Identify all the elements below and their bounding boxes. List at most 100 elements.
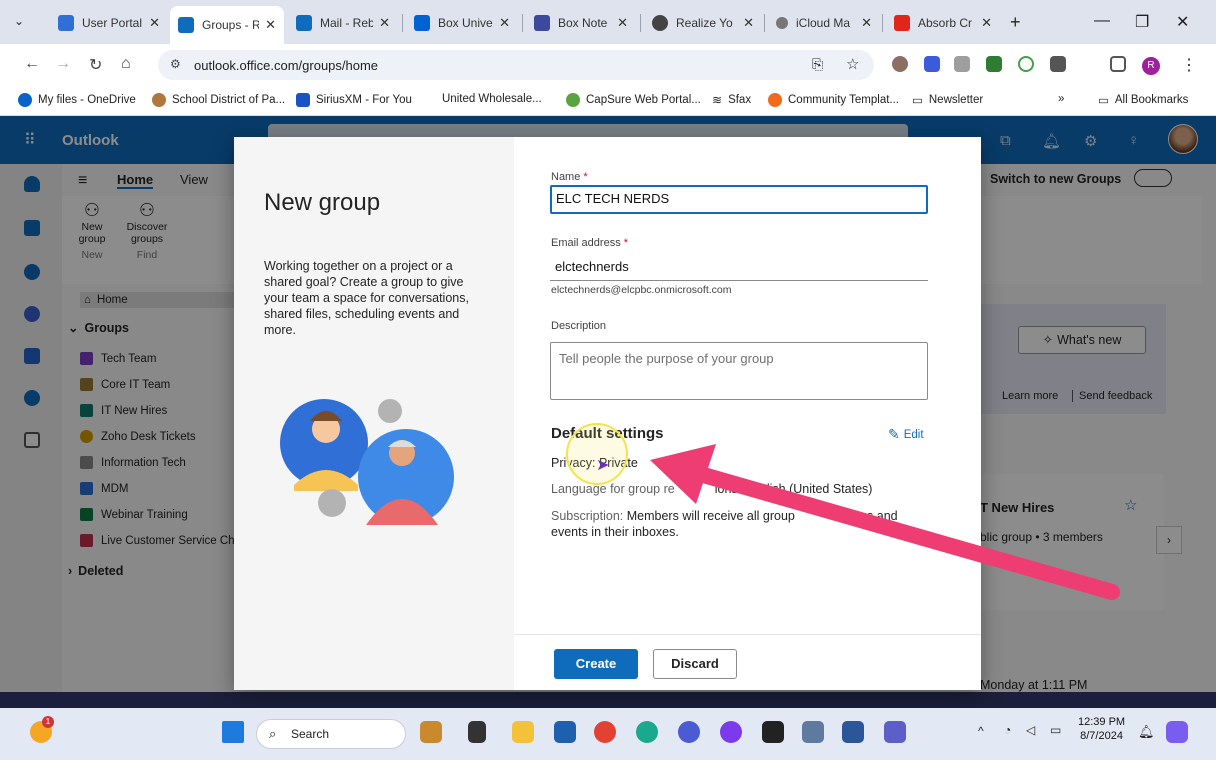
wifi-icon[interactable]: ◔ [1004, 723, 1011, 737]
bookmark-sfax[interactable]: ≋ Sfax [712, 93, 751, 107]
tab-title: Realize Yo [676, 16, 733, 30]
close-icon[interactable]: ✕ [861, 15, 872, 31]
tab-separator [402, 14, 403, 32]
bookmark-community-templates[interactable]: Community Templat... [768, 93, 899, 107]
search-placeholder: Search [291, 727, 330, 741]
siriusxm-icon [296, 93, 310, 107]
teams-icon[interactable] [884, 721, 906, 743]
bookmark-onedrive[interactable]: My files - OneDrive [18, 93, 136, 107]
taskbar-surface: 1 ⌕ Search ^ ◔ ◁ ▭ 12:39 PM 8/7/2024 🔔︎ [0, 708, 1216, 760]
store-icon[interactable] [554, 721, 576, 743]
task-view-icon[interactable] [420, 721, 442, 743]
windows-start-icon[interactable] [222, 721, 244, 743]
address-bar[interactable]: ⚙ outlook.office.com/groups/home ⎘ ☆ [158, 50, 874, 80]
cast-icon[interactable] [1110, 56, 1126, 72]
close-window-icon[interactable]: ✕ [1176, 12, 1189, 32]
tab-separator [882, 14, 883, 32]
extension-grid-icon[interactable] [924, 56, 940, 72]
tab-groups[interactable]: Groups - R ✕ [170, 6, 284, 44]
notification-bell-icon[interactable]: 🔔︎ [1138, 724, 1155, 740]
extension-cookie-icon[interactable] [892, 56, 908, 72]
bookmark-capsure[interactable]: CapSure Web Portal... [566, 93, 701, 107]
chevron-up-icon[interactable]: ^ [978, 724, 984, 738]
close-icon[interactable]: ✕ [981, 15, 992, 31]
tab-user-portal[interactable]: User Portal ✕ [50, 8, 168, 38]
home-icon[interactable]: ⌂ [121, 55, 131, 73]
volume-icon[interactable]: ◁ [1026, 723, 1035, 737]
install-app-icon[interactable]: ⎘ [812, 56, 823, 73]
discard-button[interactable]: Discard [653, 649, 737, 679]
description-textarea[interactable]: Tell people the purpose of your group [550, 342, 928, 400]
extension-circle-icon[interactable] [1018, 56, 1034, 72]
required-asterisk: * [620, 237, 629, 249]
windows-taskbar: 1 ⌕ Search ^ ◔ ◁ ▭ 12:39 PM 8/7/2024 🔔︎ [0, 708, 1216, 760]
menu-kebab-icon[interactable]: ⋮ [1181, 55, 1197, 75]
file-explorer-icon[interactable] [512, 721, 534, 743]
tab-mail[interactable]: Mail - Reb ✕ [288, 8, 398, 38]
create-button[interactable]: Create [554, 649, 638, 679]
close-icon[interactable]: ✕ [265, 17, 276, 33]
close-icon[interactable]: ✕ [379, 15, 390, 31]
forward-icon[interactable]: → [55, 55, 71, 73]
bookmark-school-district[interactable]: School District of Pa... [152, 93, 285, 107]
tab-icloud[interactable]: iCloud Ma ✕ [768, 8, 880, 38]
close-icon[interactable]: ✕ [617, 15, 628, 31]
chrome-icon[interactable] [594, 721, 616, 743]
sfax-icon: ≋ [712, 93, 723, 107]
bookmark-star-icon[interactable]: ☆ [846, 55, 859, 73]
site-info-icon[interactable]: ⚙ [170, 57, 181, 71]
battery-icon[interactable]: ▭ [1050, 723, 1061, 737]
bookmark-newsletter[interactable]: ▭ Newsletter [912, 93, 983, 107]
restore-icon[interactable]: ❐ [1135, 12, 1149, 32]
notification-badge: 1 [42, 716, 54, 728]
tab-realize[interactable]: Realize Yo ✕ [644, 8, 762, 38]
user-portal-icon [58, 15, 74, 31]
group-name-input[interactable]: ELC TECH NERDS [550, 185, 928, 214]
apple-icon [776, 17, 788, 29]
name-label: Name * [551, 171, 588, 183]
browser-tab-strip: ⌄ User Portal ✕ Groups - R ✕ Mail - Reb … [0, 0, 1216, 44]
url-text[interactable]: outlook.office.com/groups/home [194, 58, 378, 73]
extension-printer-icon[interactable] [954, 56, 970, 72]
copilot-icon[interactable] [720, 721, 742, 743]
minimize-icon[interactable]: — [1094, 12, 1110, 30]
back-icon[interactable]: ← [24, 55, 40, 73]
close-icon[interactable]: ✕ [149, 15, 160, 31]
tab-box-university[interactable]: Box Univer ✕ [406, 8, 518, 38]
extensions-puzzle-icon[interactable] [1050, 56, 1066, 72]
system-clock[interactable]: 12:39 PM 8/7/2024 [1078, 715, 1125, 743]
search-icon: ⌕ [269, 726, 277, 741]
bookmarks-overflow-button[interactable]: » [1058, 93, 1064, 105]
edge-icon[interactable] [636, 721, 658, 743]
tab-box-note[interactable]: Box Note ✕ [526, 8, 636, 38]
new-tab-button[interactable]: + [1010, 12, 1021, 33]
bookmark-united-wholesale[interactable]: United Wholesale... [442, 93, 542, 105]
widgets-icon[interactable] [468, 721, 486, 743]
bookmarks-bar: My files - OneDrive School District of P… [0, 86, 1216, 116]
email-preview: elctechnerds@elcpbc.onmicrosoft.com [551, 284, 732, 296]
word-icon[interactable] [842, 721, 864, 743]
notepad-icon[interactable] [802, 721, 824, 743]
extension-shield-icon[interactable] [986, 56, 1002, 72]
close-icon[interactable]: ✕ [499, 15, 510, 31]
reload-icon[interactable]: ↻ [89, 55, 102, 75]
copilot-pre-icon[interactable] [1166, 721, 1188, 743]
browser-toolbar: ← → ↻ ⌂ ⚙ outlook.office.com/groups/home… [0, 44, 1216, 86]
bookmark-siriusxm[interactable]: SiriusXM - For You [296, 93, 412, 107]
mouse-pointer-icon: ➤ [596, 457, 610, 474]
all-bookmarks-button[interactable]: ▭ All Bookmarks [1098, 93, 1188, 107]
tab-search-icon[interactable]: ⌄ [14, 14, 24, 28]
subscription-key: Subscription: [551, 509, 624, 523]
app-icon[interactable] [678, 721, 700, 743]
tab-absorb[interactable]: Absorb Cr ✕ [886, 8, 1000, 38]
edit-settings-button[interactable]: ✎ Edit [888, 426, 924, 443]
email-address-input[interactable]: elctechnerds [550, 253, 928, 281]
profile-avatar[interactable]: R [1142, 57, 1160, 75]
tab-title: Groups - R [202, 18, 260, 32]
taskbar-search[interactable]: ⌕ Search [256, 719, 406, 749]
outlook-icon [296, 15, 312, 31]
language-value: ions: English (United States) [714, 482, 873, 496]
sticky-app-icon[interactable] [762, 721, 784, 743]
close-icon[interactable]: ✕ [743, 15, 754, 31]
dialog-intro-panel: New group Working together on a project … [234, 137, 514, 690]
